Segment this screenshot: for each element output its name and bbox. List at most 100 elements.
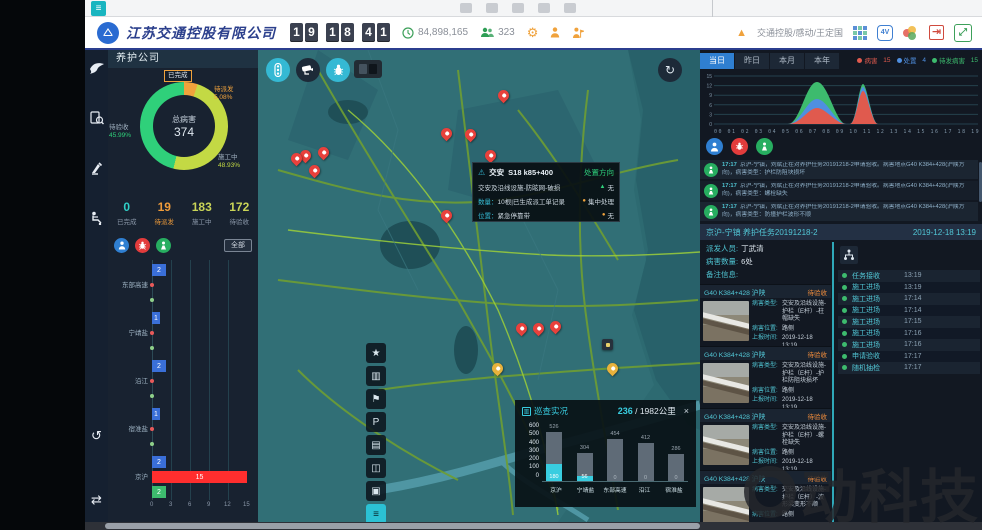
defect-tooltip: ⚠ 交安 S18 k85+400 处置方向 交安及沿线设施-防眩网-破损 ▲无 … — [472, 162, 620, 222]
bar-blue[interactable]: 2 — [152, 264, 166, 276]
bar-category-label: 京沪 — [108, 471, 148, 481]
app-body: ↺ ⇄ 养护公司 总病害 374 已完成 待派发5.08% 施工中48.93% — [85, 50, 982, 522]
worker-cart-icon[interactable] — [89, 210, 105, 226]
company-name: 江苏交通控股有限公司 — [126, 23, 276, 43]
filter-defect-button[interactable] — [135, 238, 150, 253]
timeline-item[interactable]: 施工进场17:14 — [838, 305, 980, 317]
bar-red-zero-dot — [150, 379, 154, 383]
bar-blue[interactable]: 1 — [152, 312, 160, 324]
maintenance-hand-icon[interactable] — [89, 160, 105, 176]
person-icon[interactable] — [550, 27, 560, 38]
palette-icon[interactable] — [903, 26, 919, 40]
gear-icon[interactable]: ⚙ — [527, 25, 539, 41]
flow-tree-icon[interactable] — [840, 246, 858, 264]
popup-x-axis: 京沪宁靖盐东部高速 沿江宿淮盐 — [542, 485, 688, 494]
filter-person-button[interactable] — [114, 238, 129, 253]
defect-card[interactable]: G40 K384+428 沪陕待验收 病害类型:交安及沿线设施-护栏（E杆）-柱… — [700, 284, 831, 346]
map-menu-button[interactable]: ≡ — [366, 504, 386, 522]
defect-photo[interactable] — [703, 363, 749, 403]
defect-card[interactable]: G40 K384+428 沪陕待验收 病害类型:交安及沿线设施-护栏（E杆）-波… — [700, 470, 831, 522]
timeline-item[interactable]: 施工进场13:19 — [838, 282, 980, 294]
defect-card[interactable]: G40 K384+428 沪陕待验收 病害类型:交安及沿线设施-护栏（E杆）-护… — [700, 346, 831, 408]
bar-red[interactable]: 15 — [152, 471, 247, 483]
map-canvas[interactable]: ↻ ★ ▥ ⚑ P ▤ ◫ ▣ ≡ — [258, 50, 700, 522]
apps-grid-icon[interactable] — [853, 26, 867, 40]
traffic-light-button[interactable] — [266, 58, 290, 82]
notification-list: 17:17京沪-宁镇，刘斌正在对养护任务20191218-2申请验收。病害地点G… — [700, 160, 982, 222]
user-breadcrumb[interactable]: 交通控股/感动/王定国 — [757, 26, 843, 39]
tooltip-qty-label: 数量： — [478, 196, 498, 206]
svg-text:15: 15 — [706, 74, 712, 80]
grid-tool-icon[interactable]: ▣ — [366, 481, 386, 501]
popup-bar[interactable]: 526 180 — [542, 424, 566, 481]
swap-icon[interactable]: ⇄ — [91, 492, 102, 508]
task-fields: 派发人员:丁武清 病害数量:6处 备注信息: — [700, 242, 832, 281]
bottom-scrollbar-thumb[interactable] — [105, 523, 700, 529]
person-flag-icon[interactable] — [572, 27, 584, 39]
bug-defect-button[interactable] — [326, 58, 350, 82]
bar-blue[interactable]: 2 — [152, 360, 166, 372]
history-playback-button[interactable]: ↻ — [658, 58, 682, 82]
all-filter-button[interactable]: 全部 — [224, 239, 252, 252]
parking-tool-icon[interactable]: P — [366, 412, 386, 432]
hamburger-menu-icon[interactable]: ≡ — [91, 1, 106, 16]
fullscreen-icon[interactable]: ⤢ — [954, 24, 972, 42]
bird-logo-icon[interactable] — [89, 60, 105, 76]
left-panel: 养护公司 总病害 374 已完成 待派发5.08% 施工中48.93% 待验收4… — [108, 50, 258, 522]
defect-photo[interactable] — [703, 487, 749, 522]
undo-icon[interactable]: ↺ — [91, 428, 102, 444]
bar-category-label: 宁靖盐 — [108, 327, 148, 337]
defect-photo[interactable] — [703, 301, 749, 341]
cctv-camera-button[interactable] — [296, 58, 320, 82]
flag-tool-icon[interactable]: ⚑ — [366, 389, 386, 409]
timeline-item[interactable]: 施工进场17:15 — [838, 316, 980, 328]
clock-icon — [402, 27, 414, 39]
popup-bar[interactable]: 454 0 — [603, 424, 627, 481]
timeline-item[interactable]: 申请验收17:17 — [838, 351, 980, 363]
patrol-search-icon[interactable] — [89, 110, 105, 126]
worker-filter-button[interactable] — [756, 138, 773, 155]
timeline-item[interactable]: 随机抽检17:17 — [838, 362, 980, 374]
tab-year[interactable]: 本年 — [805, 53, 839, 69]
barchart-tool-icon[interactable]: ▥ — [366, 366, 386, 386]
4v-badge-icon[interactable]: 4V — [877, 25, 893, 41]
staff-stat: 323 — [480, 27, 515, 38]
defect-filter-button[interactable] — [731, 138, 748, 155]
service-tool-icon[interactable]: ◫ — [366, 458, 386, 478]
timeline-item[interactable]: 施工进场17:14 — [838, 293, 980, 305]
filter-worker-button[interactable] — [156, 238, 171, 253]
timeline-item[interactable]: 施工进场17:16 — [838, 328, 980, 340]
task-header: 京沪-宁镇 养护任务20191218-2 2019-12-18 13:19 — [700, 224, 982, 240]
tab-yesterday[interactable]: 昨日 — [735, 53, 769, 69]
popup-bar[interactable]: 412 0 — [634, 424, 658, 481]
notification-item[interactable]: 17:17京沪-宁镇，刘斌正在对养护任务20191218-2申请验收。病害地点G… — [700, 181, 978, 200]
camera-marker[interactable] — [602, 339, 613, 350]
timeline-item[interactable]: 任务接收13:19 — [838, 270, 980, 282]
popup-bar[interactable]: 304 56 — [573, 424, 597, 481]
defect-card[interactable]: G40 K384+428 沪陕待验收 病害类型:交安及沿线设施-护栏（E杆）-螺… — [700, 408, 831, 470]
worker-icon — [704, 163, 718, 177]
bar-green-zero-dot — [150, 394, 154, 398]
bar-blue[interactable]: 1 — [152, 408, 160, 420]
patrol-popup: ▥ 巡查实况 236 / 1982公里 × 600500400 30020010… — [515, 400, 696, 507]
timeline-item[interactable]: 施工进场17:16 — [838, 339, 980, 351]
tab-today[interactable]: 当日 — [700, 53, 734, 69]
person-filter-button[interactable] — [706, 138, 723, 155]
dashboard-root: ≡ 江苏交通控股有限公司 19 18 41 84,898,165 323 ⚙ — [0, 0, 982, 530]
popup-close-icon[interactable]: × — [684, 406, 689, 416]
popup-bar[interactable]: 286 0 — [664, 424, 688, 481]
report-tool-icon[interactable]: ▤ — [366, 435, 386, 455]
bar-green[interactable]: 2 — [152, 486, 166, 498]
logout-icon[interactable]: ⇥ — [929, 25, 944, 40]
notification-item[interactable]: 17:17京沪-宁镇，刘斌正在对养护任务20191218-2申请验收。病害地点G… — [700, 202, 978, 221]
right-panel: 当日 昨日 本月 本年 病害 15 处置 4 待发病害 15 — [700, 50, 982, 522]
tab-month[interactable]: 本月 — [770, 53, 804, 69]
defect-photo[interactable] — [703, 425, 749, 465]
bar-chart-x-axis: 0 3 6 9 12 15 — [108, 502, 258, 510]
browser-top-strip: ≡ — [85, 0, 982, 17]
bar-blue[interactable]: 2 — [152, 456, 166, 468]
map-layer-toggle[interactable] — [354, 60, 382, 78]
notification-item[interactable]: 17:17京沪-宁镇，刘斌正在对养护任务20191218-2申请验收。病害地点G… — [700, 160, 978, 179]
favorite-tool-icon[interactable]: ★ — [366, 343, 386, 363]
popup-total-km: 1982公里 — [640, 406, 676, 416]
